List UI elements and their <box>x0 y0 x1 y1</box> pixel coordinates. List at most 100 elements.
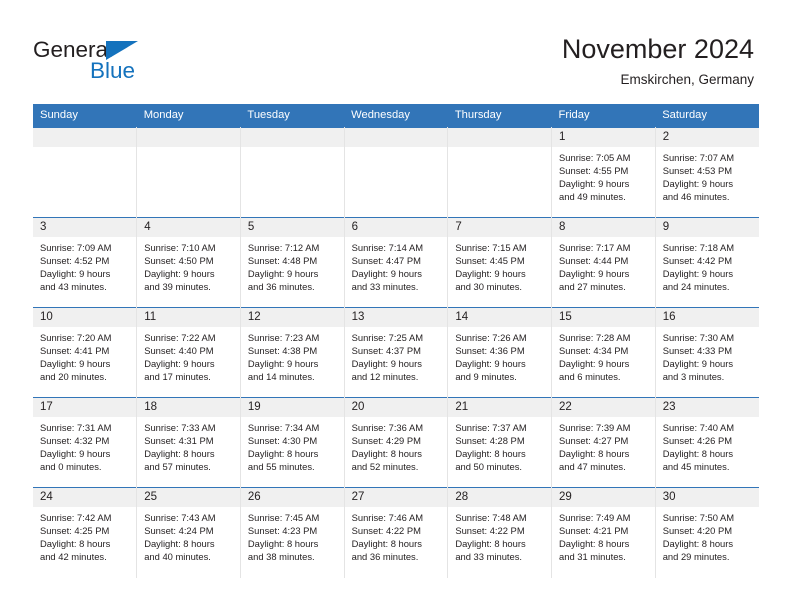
calendar-day-cell[interactable]: 29 Sunrise: 7:49 AM Sunset: 4:21 PM Dayligh… <box>551 487 656 578</box>
calendar-table: Sunday Monday Tuesday Wednesday Thursday… <box>33 104 759 578</box>
calendar-day-cell[interactable]: 18 Sunrise: 7:33 AM Sunset: 4:31 PM Dayligh… <box>136 397 241 488</box>
sunrise-text: Sunrise: 7:30 AM <box>662 332 735 343</box>
calendar-day-cell[interactable]: 28 Sunrise: 7:48 AM Sunset: 4:22 PM Dayligh… <box>447 487 553 578</box>
daylight-text-line1: Daylight: 8 hours <box>559 448 630 459</box>
calendar-week-row: 3 Sunrise: 7:09 AM Sunset: 4:52 PM Daylight… <box>33 217 759 308</box>
daylight-text-line2: and 42 minutes. <box>40 551 107 562</box>
sunset-text: Sunset: 4:40 PM <box>144 345 214 356</box>
daylight-text-line1: Daylight: 9 hours <box>662 268 734 279</box>
day-details: Sunrise: 7:20 AM Sunset: 4:41 PM Daylight:… <box>33 327 136 383</box>
sunrise-text: Sunrise: 7:15 AM <box>455 242 527 253</box>
calendar-day-cell-empty <box>447 127 553 218</box>
day-details: Sunrise: 7:18 AM Sunset: 4:42 PM Daylight:… <box>656 237 759 293</box>
calendar-day-cell[interactable]: 22 Sunrise: 7:39 AM Sunset: 4:27 PM Dayligh… <box>551 397 656 488</box>
calendar-day-cell[interactable]: 7 Sunrise: 7:15 AM Sunset: 4:45 PM Daylight… <box>447 217 553 308</box>
daylight-text-line2: and 43 minutes. <box>40 281 107 292</box>
day-number: 3 <box>33 218 137 237</box>
daylight-text-line2: and 36 minutes. <box>247 281 315 292</box>
calendar-day-cell[interactable]: 2 Sunrise: 7:07 AM Sunset: 4:53 PM Daylight… <box>655 127 759 218</box>
calendar-day-cell[interactable]: 6 Sunrise: 7:14 AM Sunset: 4:47 PM Daylight… <box>344 217 449 308</box>
calendar-day-cell[interactable]: 9 Sunrise: 7:18 AM Sunset: 4:42 PM Daylight… <box>655 217 759 308</box>
sunset-text: Sunset: 4:32 PM <box>40 435 110 446</box>
sunrise-text: Sunrise: 7:07 AM <box>662 152 735 163</box>
calendar-day-cell[interactable]: 5 Sunrise: 7:12 AM Sunset: 4:48 PM Daylight… <box>240 217 345 308</box>
day-number: 6 <box>344 218 448 237</box>
calendar-day-cell-empty <box>136 127 241 218</box>
day-number: 29 <box>552 488 655 507</box>
calendar-day-cell[interactable]: 23 Sunrise: 7:40 AM Sunset: 4:26 PM Dayligh… <box>655 397 759 488</box>
sunrise-text: Sunrise: 7:46 AM <box>351 512 424 523</box>
sunrise-text: Sunrise: 7:49 AM <box>559 512 631 523</box>
sunrise-text: Sunrise: 7:36 AM <box>351 422 424 433</box>
day-details: Sunrise: 7:05 AM Sunset: 4:55 PM Daylight:… <box>552 147 655 203</box>
calendar-day-cell[interactable]: 11 Sunrise: 7:22 AM Sunset: 4:40 PM Dayligh… <box>136 307 241 398</box>
sunset-text: Sunset: 4:29 PM <box>351 435 421 446</box>
sunset-text: Sunset: 4:36 PM <box>455 345 525 356</box>
sunset-text: Sunset: 4:50 PM <box>144 255 214 266</box>
calendar-day-cell[interactable]: 24 Sunrise: 7:42 AM Sunset: 4:25 PM Dayligh… <box>33 487 138 578</box>
calendar-day-cell[interactable]: 26 Sunrise: 7:45 AM Sunset: 4:23 PM Dayligh… <box>240 487 345 578</box>
calendar-day-cell[interactable]: 19 Sunrise: 7:34 AM Sunset: 4:30 PM Dayligh… <box>240 397 345 488</box>
calendar-day-cell[interactable]: 14 Sunrise: 7:26 AM Sunset: 4:36 PM Dayligh… <box>447 307 553 398</box>
daylight-text-line2: and 17 minutes. <box>144 371 211 382</box>
sunset-text: Sunset: 4:34 PM <box>559 345 629 356</box>
calendar-body: 1 Sunrise: 7:05 AM Sunset: 4:55 PM Daylight… <box>33 127 759 578</box>
weekday-header-tuesday: Tuesday <box>240 104 345 128</box>
day-number: 22 <box>552 398 655 417</box>
calendar-day-cell[interactable]: 30 Sunrise: 7:50 AM Sunset: 4:20 PM Dayligh… <box>655 487 759 578</box>
sunset-text: Sunset: 4:21 PM <box>559 525 629 536</box>
daylight-text-line1: Daylight: 8 hours <box>144 448 215 459</box>
calendar-day-cell-empty <box>33 127 138 218</box>
sunset-text: Sunset: 4:41 PM <box>40 345 110 356</box>
daylight-text-line2: and 24 minutes. <box>662 281 730 292</box>
daylight-text-line2: and 57 minutes. <box>144 461 211 472</box>
daylight-text-line2: and 38 minutes. <box>247 551 315 562</box>
daylight-text-line1: Daylight: 8 hours <box>247 448 319 459</box>
calendar-grid: Sunday Monday Tuesday Wednesday Thursday… <box>33 104 759 578</box>
day-number: 23 <box>655 398 759 417</box>
calendar-day-cell[interactable]: 12 Sunrise: 7:23 AM Sunset: 4:38 PM Dayligh… <box>240 307 345 398</box>
daylight-text-line2: and 9 minutes. <box>455 371 517 382</box>
calendar-day-cell[interactable]: 27 Sunrise: 7:46 AM Sunset: 4:22 PM Dayligh… <box>344 487 449 578</box>
day-details: Sunrise: 7:46 AM Sunset: 4:22 PM Daylight:… <box>345 507 448 563</box>
calendar-day-cell[interactable]: 4 Sunrise: 7:10 AM Sunset: 4:50 PM Daylight… <box>136 217 241 308</box>
daylight-text-line2: and 33 minutes. <box>351 281 419 292</box>
day-details: Sunrise: 7:36 AM Sunset: 4:29 PM Daylight:… <box>345 417 448 473</box>
sunrise-text: Sunrise: 7:10 AM <box>144 242 216 253</box>
day-number: 30 <box>655 488 759 507</box>
day-details: Sunrise: 7:48 AM Sunset: 4:22 PM Daylight:… <box>448 507 551 563</box>
day-details: Sunrise: 7:15 AM Sunset: 4:45 PM Daylight:… <box>448 237 551 293</box>
daylight-text-line1: Daylight: 9 hours <box>351 268 422 279</box>
day-details: Sunrise: 7:50 AM Sunset: 4:20 PM Daylight:… <box>656 507 759 563</box>
weekday-header-wednesday: Wednesday <box>344 104 448 128</box>
sunrise-text: Sunrise: 7:42 AM <box>40 512 112 523</box>
sunrise-text: Sunrise: 7:48 AM <box>455 512 527 523</box>
day-number: 14 <box>448 308 552 327</box>
daylight-text-line1: Daylight: 9 hours <box>662 358 734 369</box>
calendar-day-cell[interactable]: 8 Sunrise: 7:17 AM Sunset: 4:44 PM Daylight… <box>551 217 656 308</box>
calendar-day-cell[interactable]: 20 Sunrise: 7:36 AM Sunset: 4:29 PM Dayligh… <box>344 397 449 488</box>
sunrise-text: Sunrise: 7:18 AM <box>662 242 735 253</box>
daylight-text-line1: Daylight: 9 hours <box>455 268 526 279</box>
calendar-day-cell[interactable]: 13 Sunrise: 7:25 AM Sunset: 4:37 PM Dayligh… <box>344 307 449 398</box>
calendar-day-cell[interactable]: 17 Sunrise: 7:31 AM Sunset: 4:32 PM Dayligh… <box>33 397 138 488</box>
day-number: 10 <box>33 308 137 327</box>
calendar-day-cell[interactable]: 1 Sunrise: 7:05 AM Sunset: 4:55 PM Daylight… <box>551 127 656 218</box>
sunrise-text: Sunrise: 7:14 AM <box>351 242 424 253</box>
sunrise-text: Sunrise: 7:34 AM <box>247 422 320 433</box>
day-number: 4 <box>137 218 240 237</box>
calendar-day-cell[interactable]: 21 Sunrise: 7:37 AM Sunset: 4:28 PM Dayligh… <box>447 397 553 488</box>
day-number: 15 <box>552 308 655 327</box>
daylight-text-line2: and 40 minutes. <box>144 551 211 562</box>
daylight-text-line2: and 14 minutes. <box>247 371 315 382</box>
day-number: 13 <box>344 308 448 327</box>
brand-logo[interactable]: General Blue <box>33 38 213 88</box>
calendar-day-cell[interactable]: 25 Sunrise: 7:43 AM Sunset: 4:24 PM Dayligh… <box>136 487 241 578</box>
daylight-text-line1: Daylight: 8 hours <box>662 538 734 549</box>
calendar-day-cell[interactable]: 10 Sunrise: 7:20 AM Sunset: 4:41 PM Dayligh… <box>33 307 138 398</box>
day-details: Sunrise: 7:30 AM Sunset: 4:33 PM Daylight:… <box>656 327 759 383</box>
calendar-day-cell[interactable]: 3 Sunrise: 7:09 AM Sunset: 4:52 PM Daylight… <box>33 217 138 308</box>
day-number: 18 <box>137 398 240 417</box>
calendar-day-cell[interactable]: 15 Sunrise: 7:28 AM Sunset: 4:34 PM Dayligh… <box>551 307 656 398</box>
calendar-day-cell[interactable]: 16 Sunrise: 7:30 AM Sunset: 4:33 PM Dayligh… <box>655 307 759 398</box>
